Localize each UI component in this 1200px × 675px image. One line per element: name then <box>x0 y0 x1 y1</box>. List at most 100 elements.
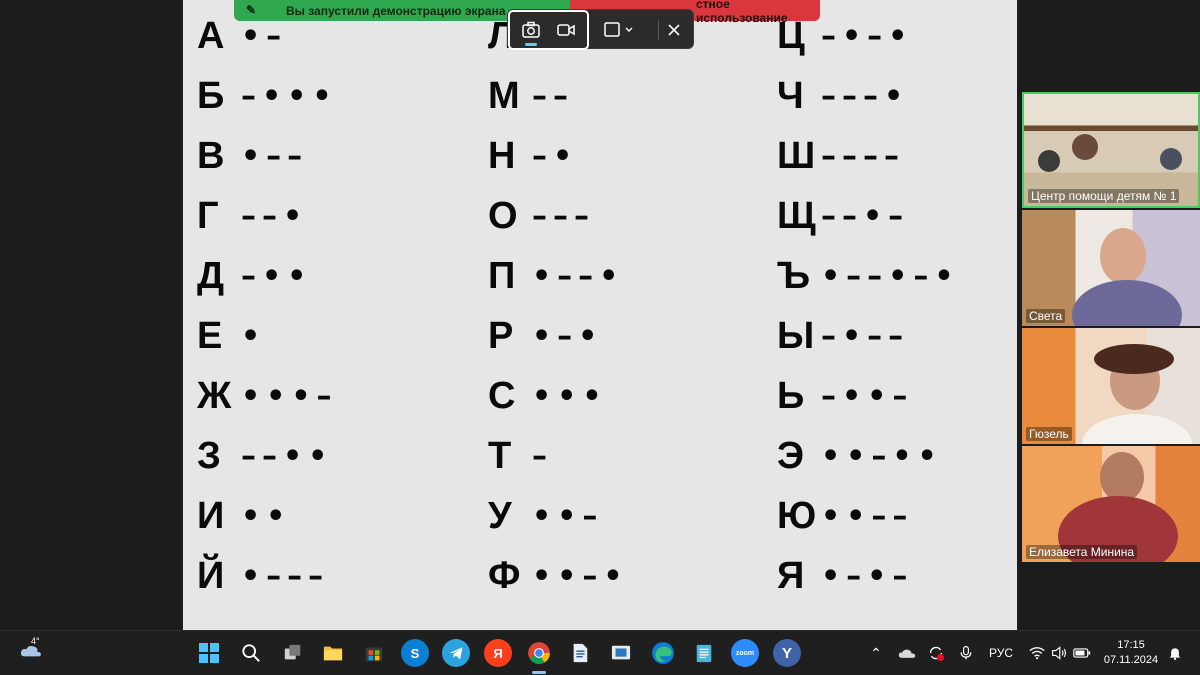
video-figure <box>1038 150 1060 172</box>
camera-icon[interactable] <box>519 18 543 42</box>
morse-letter: М <box>488 74 520 117</box>
zoom-icon[interactable]: zoom <box>731 639 759 667</box>
morse-code: •–– <box>241 138 309 174</box>
morse-letter: Ь <box>777 374 805 417</box>
telegram-icon[interactable] <box>442 639 470 667</box>
morse-letter: В <box>197 134 225 177</box>
participant-tile[interactable]: Центр помощи детям № 1 <box>1022 92 1200 208</box>
morse-row: П •––• <box>488 246 624 306</box>
edge-icon[interactable] <box>649 639 677 667</box>
morse-letter: Ф <box>488 554 521 597</box>
morse-letter: Ш <box>777 134 816 177</box>
chrome-icon[interactable] <box>525 639 553 667</box>
morse-letter: Н <box>488 134 516 177</box>
participant-name: Елизавета Минина <box>1026 545 1138 559</box>
morse-code: ••–• <box>532 558 629 594</box>
morse-letter: Ъ <box>777 254 811 297</box>
video-figure <box>1072 134 1098 160</box>
sync-error-icon[interactable] <box>926 643 946 663</box>
close-icon[interactable] <box>662 18 686 42</box>
morse-letter: Е <box>197 314 223 357</box>
morse-letter: А <box>197 14 225 57</box>
microphone-icon[interactable] <box>956 643 976 663</box>
notification-bell-icon[interactable] <box>1166 643 1184 663</box>
participants-panel: Центр помощи детям № 1 Света Гюзель Елиз… <box>1022 92 1200 566</box>
yandex-icon[interactable]: Я <box>484 639 512 667</box>
morse-code: –•–• <box>821 18 914 54</box>
video-figure <box>1100 452 1144 502</box>
language-indicator[interactable]: РУС <box>986 643 1016 663</box>
document-icon[interactable] <box>566 639 594 667</box>
task-view-icon[interactable] <box>279 639 307 667</box>
video-figure <box>1100 228 1146 284</box>
morse-row: Ч –––• <box>777 66 909 126</box>
morse-row: Ы –•–– <box>777 306 909 366</box>
video-figure <box>1082 414 1192 444</box>
video-figure <box>1160 148 1182 170</box>
morse-row: Б –••• <box>197 66 338 126</box>
video-icon[interactable] <box>554 18 578 42</box>
morse-code: •––– <box>241 558 330 594</box>
morse-letter: Р <box>488 314 514 357</box>
morse-letter: Ю <box>777 494 817 537</box>
morse-letter: Ж <box>197 374 232 417</box>
morse-row: С ••• <box>488 366 608 426</box>
morse-row: В •–– <box>197 126 308 186</box>
wifi-icon[interactable] <box>1028 643 1046 663</box>
selected-mode-indicator <box>525 43 537 46</box>
morse-code: •••– <box>241 378 338 414</box>
morse-letter: С <box>488 374 516 417</box>
file-explorer-icon[interactable] <box>319 639 347 667</box>
morse-row: Ъ •––•–• <box>777 246 960 306</box>
morse-code: –••• <box>241 78 338 114</box>
morse-row: Й •––– <box>197 546 329 606</box>
morse-row: Е • <box>197 306 266 366</box>
morse-row: М –– <box>488 66 574 126</box>
taskbar: 4° S Я zoom Y ⌃ РУС 17:15 07.11.2024 <box>0 630 1200 675</box>
clock-date: 07.11.2024 <box>1103 654 1159 666</box>
participant-tile[interactable]: Елизавета Минина <box>1022 446 1200 562</box>
weather-temperature: 4° <box>31 636 40 646</box>
snip-mode-icon[interactable] <box>600 18 640 42</box>
morse-letter: О <box>488 194 518 237</box>
morse-code: –•• <box>241 258 313 294</box>
onedrive-icon[interactable] <box>897 643 917 663</box>
morse-code: ••– <box>532 498 604 534</box>
battery-icon[interactable] <box>1072 643 1092 663</box>
store-icon[interactable] <box>360 639 388 667</box>
morse-row: Н –• <box>488 126 578 186</box>
morse-letter: П <box>488 254 516 297</box>
morse-code: –––• <box>821 78 910 114</box>
search-icon[interactable] <box>237 639 265 667</box>
video-figure <box>1094 344 1174 374</box>
morse-row: Д –•• <box>197 246 312 306</box>
morse-letter: Ч <box>777 74 804 117</box>
notepad-icon[interactable] <box>690 639 718 667</box>
morse-code: ••–– <box>821 498 914 534</box>
morse-letter: Й <box>197 554 225 597</box>
morse-letter: И <box>197 494 225 537</box>
yandex-browser-icon[interactable]: Y <box>773 639 801 667</box>
morse-code: ––•• <box>241 438 334 474</box>
pin-icon: ✎ <box>246 3 257 17</box>
screen-share-banner-text: Вы запустили демонстрацию экрана <box>286 3 506 18</box>
clock-time: 17:15 <box>1117 639 1145 651</box>
morse-code: •––•–• <box>821 258 960 294</box>
morse-letter: З <box>197 434 221 477</box>
morse-code: –• <box>532 138 579 174</box>
morse-code: • <box>241 318 267 354</box>
skype-icon[interactable]: S <box>401 639 429 667</box>
morse-code: ••• <box>532 378 608 414</box>
yandex-browser-label: Y <box>781 644 792 662</box>
participant-tile[interactable]: Света <box>1022 210 1200 326</box>
clock[interactable]: 17:15 07.11.2024 <box>1098 638 1164 668</box>
morse-letter: Э <box>777 434 805 477</box>
morse-letter: Щ <box>777 194 816 237</box>
start-icon[interactable] <box>195 639 223 667</box>
participant-tile[interactable]: Гюзель <box>1022 328 1200 444</box>
whiteboard-icon[interactable] <box>607 639 635 667</box>
morse-code: ––•– <box>821 198 910 234</box>
volume-icon[interactable] <box>1050 643 1068 663</box>
chevron-up-icon[interactable]: ⌃ <box>866 643 886 663</box>
morse-code: •–•– <box>821 558 914 594</box>
